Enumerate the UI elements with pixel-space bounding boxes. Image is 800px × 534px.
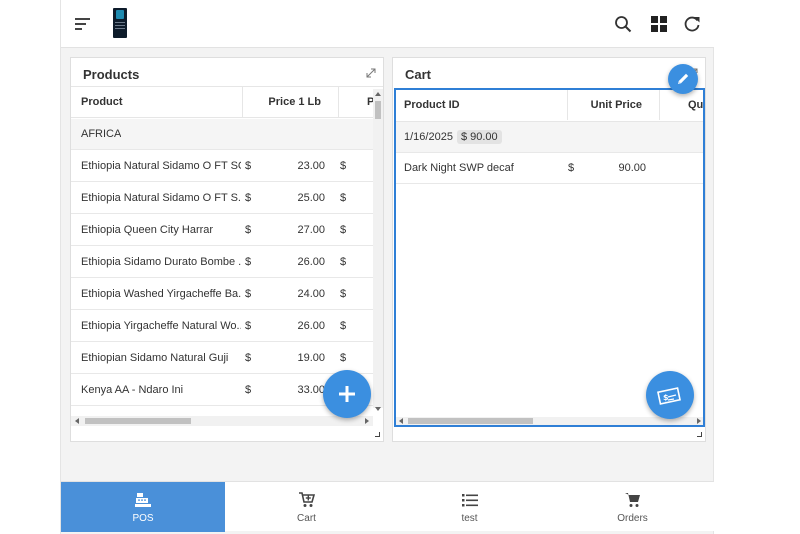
hamburger-icon[interactable]	[71, 12, 95, 36]
currency-cell: $	[245, 384, 252, 396]
checkout-button[interactable]: $	[646, 371, 694, 419]
resize-handle[interactable]	[375, 432, 380, 437]
table-row[interactable]: Ethiopia Yirgacheffe Natural Wo... $26.00…	[71, 311, 373, 342]
table-row[interactable]: Dark Night SWP decaf $ 90.00	[396, 153, 703, 184]
search-icon[interactable]	[611, 12, 635, 36]
column-header-unit-price[interactable]: Unit Price	[568, 90, 660, 120]
nav-label-cart: Cart	[297, 513, 316, 524]
price-cell: 26.00	[297, 256, 325, 268]
currency-cell: $	[245, 320, 252, 332]
nav-item-orders[interactable]: Orders	[551, 482, 714, 532]
product-name-cell: Ethiopia Queen City Harrar	[81, 224, 214, 236]
brand-logo	[113, 8, 127, 38]
scroll-thumb[interactable]	[375, 101, 381, 119]
currency-cell: $	[340, 224, 347, 236]
nav-label-test: test	[461, 513, 478, 524]
nav-item-test[interactable]: test	[388, 482, 551, 532]
group-row[interactable]: AFRICA	[71, 119, 373, 150]
product-name-cell: Dark Night SWP decaf	[404, 162, 514, 174]
scroll-thumb[interactable]	[85, 418, 191, 424]
products-panel: Products Product Price 1 Lb P AFRICA Eth…	[70, 57, 384, 442]
scroll-thumb[interactable]	[408, 418, 533, 424]
cart-header-row: Product ID Unit Price Qua	[396, 90, 703, 122]
price-cell: 25.00	[297, 192, 325, 204]
group-date: 1/16/2025	[404, 131, 453, 143]
expand-icon[interactable]	[364, 66, 378, 80]
column-header-product-id[interactable]: Product ID	[396, 90, 568, 120]
group-label: 1/16/2025 $ 90.00	[404, 122, 502, 153]
price-cell: 27.00	[297, 224, 325, 236]
cash-register-icon	[135, 493, 151, 507]
currency-cell: $	[245, 352, 252, 364]
product-name-cell: Ethiopia Natural Sidamo O FT SG	[81, 160, 241, 172]
product-name-cell: Kenya AA - Ndaro Ini	[81, 384, 184, 396]
price-cell: 33.00	[297, 384, 325, 396]
plus-icon	[339, 386, 355, 402]
group-label: AFRICA	[81, 128, 122, 140]
price-cell: 24.00	[297, 288, 325, 300]
currency-cell: $	[568, 162, 575, 174]
table-row[interactable]: Ethiopia Queen City Harrar $27.00 $	[71, 215, 373, 246]
column-header-price[interactable]: Price 1 Lb	[243, 87, 339, 117]
pencil-icon	[678, 73, 689, 84]
currency-cell: $	[340, 320, 347, 332]
cart-icon	[624, 493, 640, 507]
cart-panel: Cart Product ID Unit Price Qua 1/16/2025…	[392, 57, 706, 442]
app-window: Products Product Price 1 Lb P AFRICA Eth…	[60, 0, 714, 534]
grid-icon[interactable]	[647, 12, 671, 36]
price-cell: 23.00	[297, 160, 325, 172]
products-horizontal-scrollbar[interactable]	[71, 416, 373, 426]
products-header-row: Product Price 1 Lb P	[71, 86, 383, 118]
table-row[interactable]: Ethiopia Natural Sidamo O FT S... $25.00 $	[71, 183, 373, 214]
column-header-quantity[interactable]: Qua	[660, 90, 703, 120]
product-name-cell: Ethiopian Sidamo Natural Guji	[81, 352, 229, 364]
table-row[interactable]: Ethiopia Sidamo Durato Bombe ... $26.00 $	[71, 247, 373, 278]
price-cell: 26.00	[297, 320, 325, 332]
cart-plus-icon	[298, 492, 315, 507]
currency-cell: $	[340, 288, 347, 300]
currency-cell: $	[245, 288, 252, 300]
currency-cell: $	[245, 224, 252, 236]
product-name-cell: Ethiopia Natural Sidamo O FT S...	[81, 192, 241, 204]
list-icon	[461, 494, 478, 507]
currency-cell: $	[245, 160, 252, 172]
column-header-p[interactable]: P	[339, 87, 373, 117]
cart-horizontal-scrollbar[interactable]	[396, 417, 703, 425]
currency-cell: $	[340, 192, 347, 204]
table-row[interactable]: Ethiopia Natural Sidamo O FT SG $23.00 $	[71, 151, 373, 182]
nav-item-pos[interactable]: POS	[61, 482, 225, 532]
products-vertical-scrollbar[interactable]	[373, 89, 383, 411]
nav-label-orders: Orders	[617, 513, 648, 524]
nav-label-pos: POS	[132, 513, 154, 524]
edit-button[interactable]	[668, 64, 698, 94]
bottom-navigation: POS Cart test Orders	[61, 481, 714, 532]
resize-handle[interactable]	[697, 432, 702, 437]
product-name-cell: Ethiopia Washed Yirgacheffe Ba...	[81, 288, 241, 300]
table-row[interactable]: Ethiopia Washed Yirgacheffe Ba... $24.00 $	[71, 279, 373, 310]
table-row[interactable]: Ethiopian Sidamo Natural Guji $19.00 $	[71, 343, 373, 374]
price-cell: 19.00	[297, 352, 325, 364]
products-title: Products	[83, 67, 140, 82]
add-product-button[interactable]	[323, 370, 371, 418]
product-name-cell: Ethiopia Sidamo Durato Bombe ...	[81, 256, 241, 268]
top-bar	[61, 0, 714, 48]
product-name-cell: Ethiopia Yirgacheffe Natural Wo...	[81, 320, 241, 332]
refresh-icon[interactable]	[680, 12, 704, 36]
group-total-badge: $ 90.00	[456, 130, 502, 144]
cart-title: Cart	[405, 67, 432, 82]
currency-cell: $	[245, 192, 252, 204]
unit-price-cell: 90.00	[618, 162, 646, 174]
currency-cell: $	[340, 256, 347, 268]
svg-text:$: $	[663, 393, 669, 402]
group-row[interactable]: 1/16/2025 $ 90.00	[396, 122, 703, 153]
nav-item-cart[interactable]: Cart	[225, 482, 388, 532]
currency-cell: $	[245, 256, 252, 268]
payment-icon: $	[657, 387, 681, 405]
currency-cell: $	[340, 160, 347, 172]
column-header-product[interactable]: Product	[71, 87, 243, 117]
